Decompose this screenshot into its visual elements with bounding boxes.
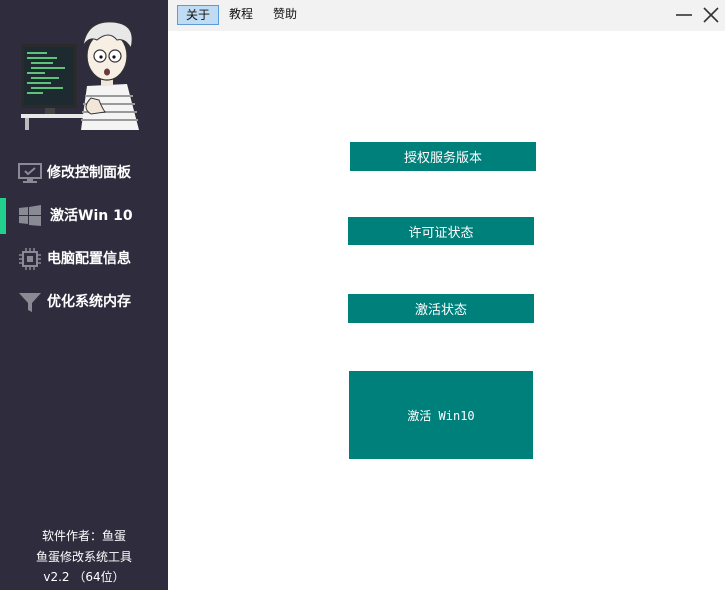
sidebar-item-label: 电脑配置信息	[47, 251, 131, 267]
sidebar-item-label: 修改控制面板	[47, 165, 131, 181]
monitor-check-icon	[18, 163, 42, 183]
close-icon[interactable]	[701, 5, 721, 25]
windows-logo-icon	[19, 205, 41, 226]
menu-about[interactable]: 关于	[177, 5, 220, 25]
sidebar-item-control-panel[interactable]: 修改控制面板	[0, 155, 168, 191]
minimize-icon[interactable]	[674, 5, 694, 25]
license-status-button[interactable]: 许可证状态	[348, 217, 534, 245]
app-name-text: 鱼蛋修改系统工具	[35, 550, 132, 564]
avatar	[21, 21, 139, 130]
sidebar-item-pc-info[interactable]: 电脑配置信息	[0, 241, 168, 277]
sidebar: 修改控制面板 激活Win 10 电脑配置信息 优化系统内存 软件作者：鱼蛋 鱼蛋…	[0, 0, 168, 590]
active-indicator	[0, 198, 6, 234]
funnel-icon	[19, 293, 41, 312]
version-text: v2.2 （64位）	[43, 570, 125, 584]
sidebar-item-activate-win10[interactable]: 激活Win 10	[0, 198, 168, 234]
menu-sponsor[interactable]: 赞助	[265, 5, 305, 25]
sidebar-item-label: 激活Win 10	[50, 208, 133, 224]
menu-tutorial[interactable]: 教程	[221, 5, 261, 25]
chip-icon	[19, 248, 41, 270]
license-service-version-button[interactable]: 授权服务版本	[350, 142, 536, 171]
activation-status-button[interactable]: 激活状态	[348, 294, 534, 323]
activate-win10-button[interactable]: 激活 Win10	[349, 371, 533, 459]
sidebar-item-label: 优化系统内存	[47, 294, 131, 310]
author-text: 软件作者：鱼蛋	[41, 529, 126, 543]
menu-bar: 关于 教程 赞助	[168, 0, 725, 31]
sidebar-item-optimize-memory[interactable]: 优化系统内存	[0, 284, 168, 320]
